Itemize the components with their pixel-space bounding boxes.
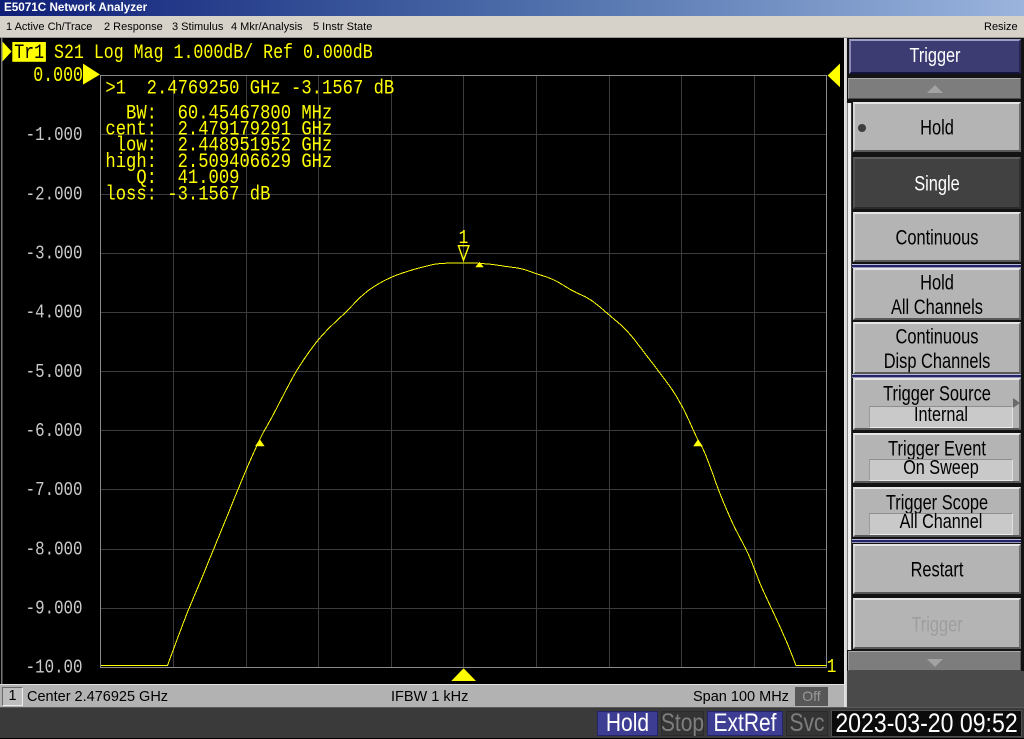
svg-text:>1 2.4769250 GHz -3.1567 dB: >1 2.4769250 GHz -3.1567 dB <box>105 76 394 100</box>
svg-text:1: 1 <box>459 228 469 250</box>
svg-text:-2.000: -2.000 <box>26 184 83 206</box>
svg-text:-9.000: -9.000 <box>26 598 83 620</box>
svg-text:-5.000: -5.000 <box>26 362 83 384</box>
svg-text:-8.000: -8.000 <box>26 539 83 561</box>
svg-text:0.000: 0.000 <box>33 63 83 88</box>
svg-text:-3.000: -3.000 <box>26 243 83 265</box>
svg-text:Tr1: Tr1 <box>14 42 44 65</box>
svg-text:-7.000: -7.000 <box>26 480 83 502</box>
svg-text:loss: -3.1567 dB: loss: -3.1567 dB <box>105 182 270 206</box>
svg-text:-1.000: -1.000 <box>26 125 83 147</box>
svg-text:-6.000: -6.000 <box>26 421 83 443</box>
svg-text:-10.00: -10.00 <box>26 657 83 679</box>
svg-text:1: 1 <box>827 657 837 679</box>
svg-text:S21 Log Mag 1.000dB/ Ref 0.000: S21 Log Mag 1.000dB/ Ref 0.000dB <box>54 42 373 65</box>
svg-text:-4.000: -4.000 <box>26 302 83 324</box>
